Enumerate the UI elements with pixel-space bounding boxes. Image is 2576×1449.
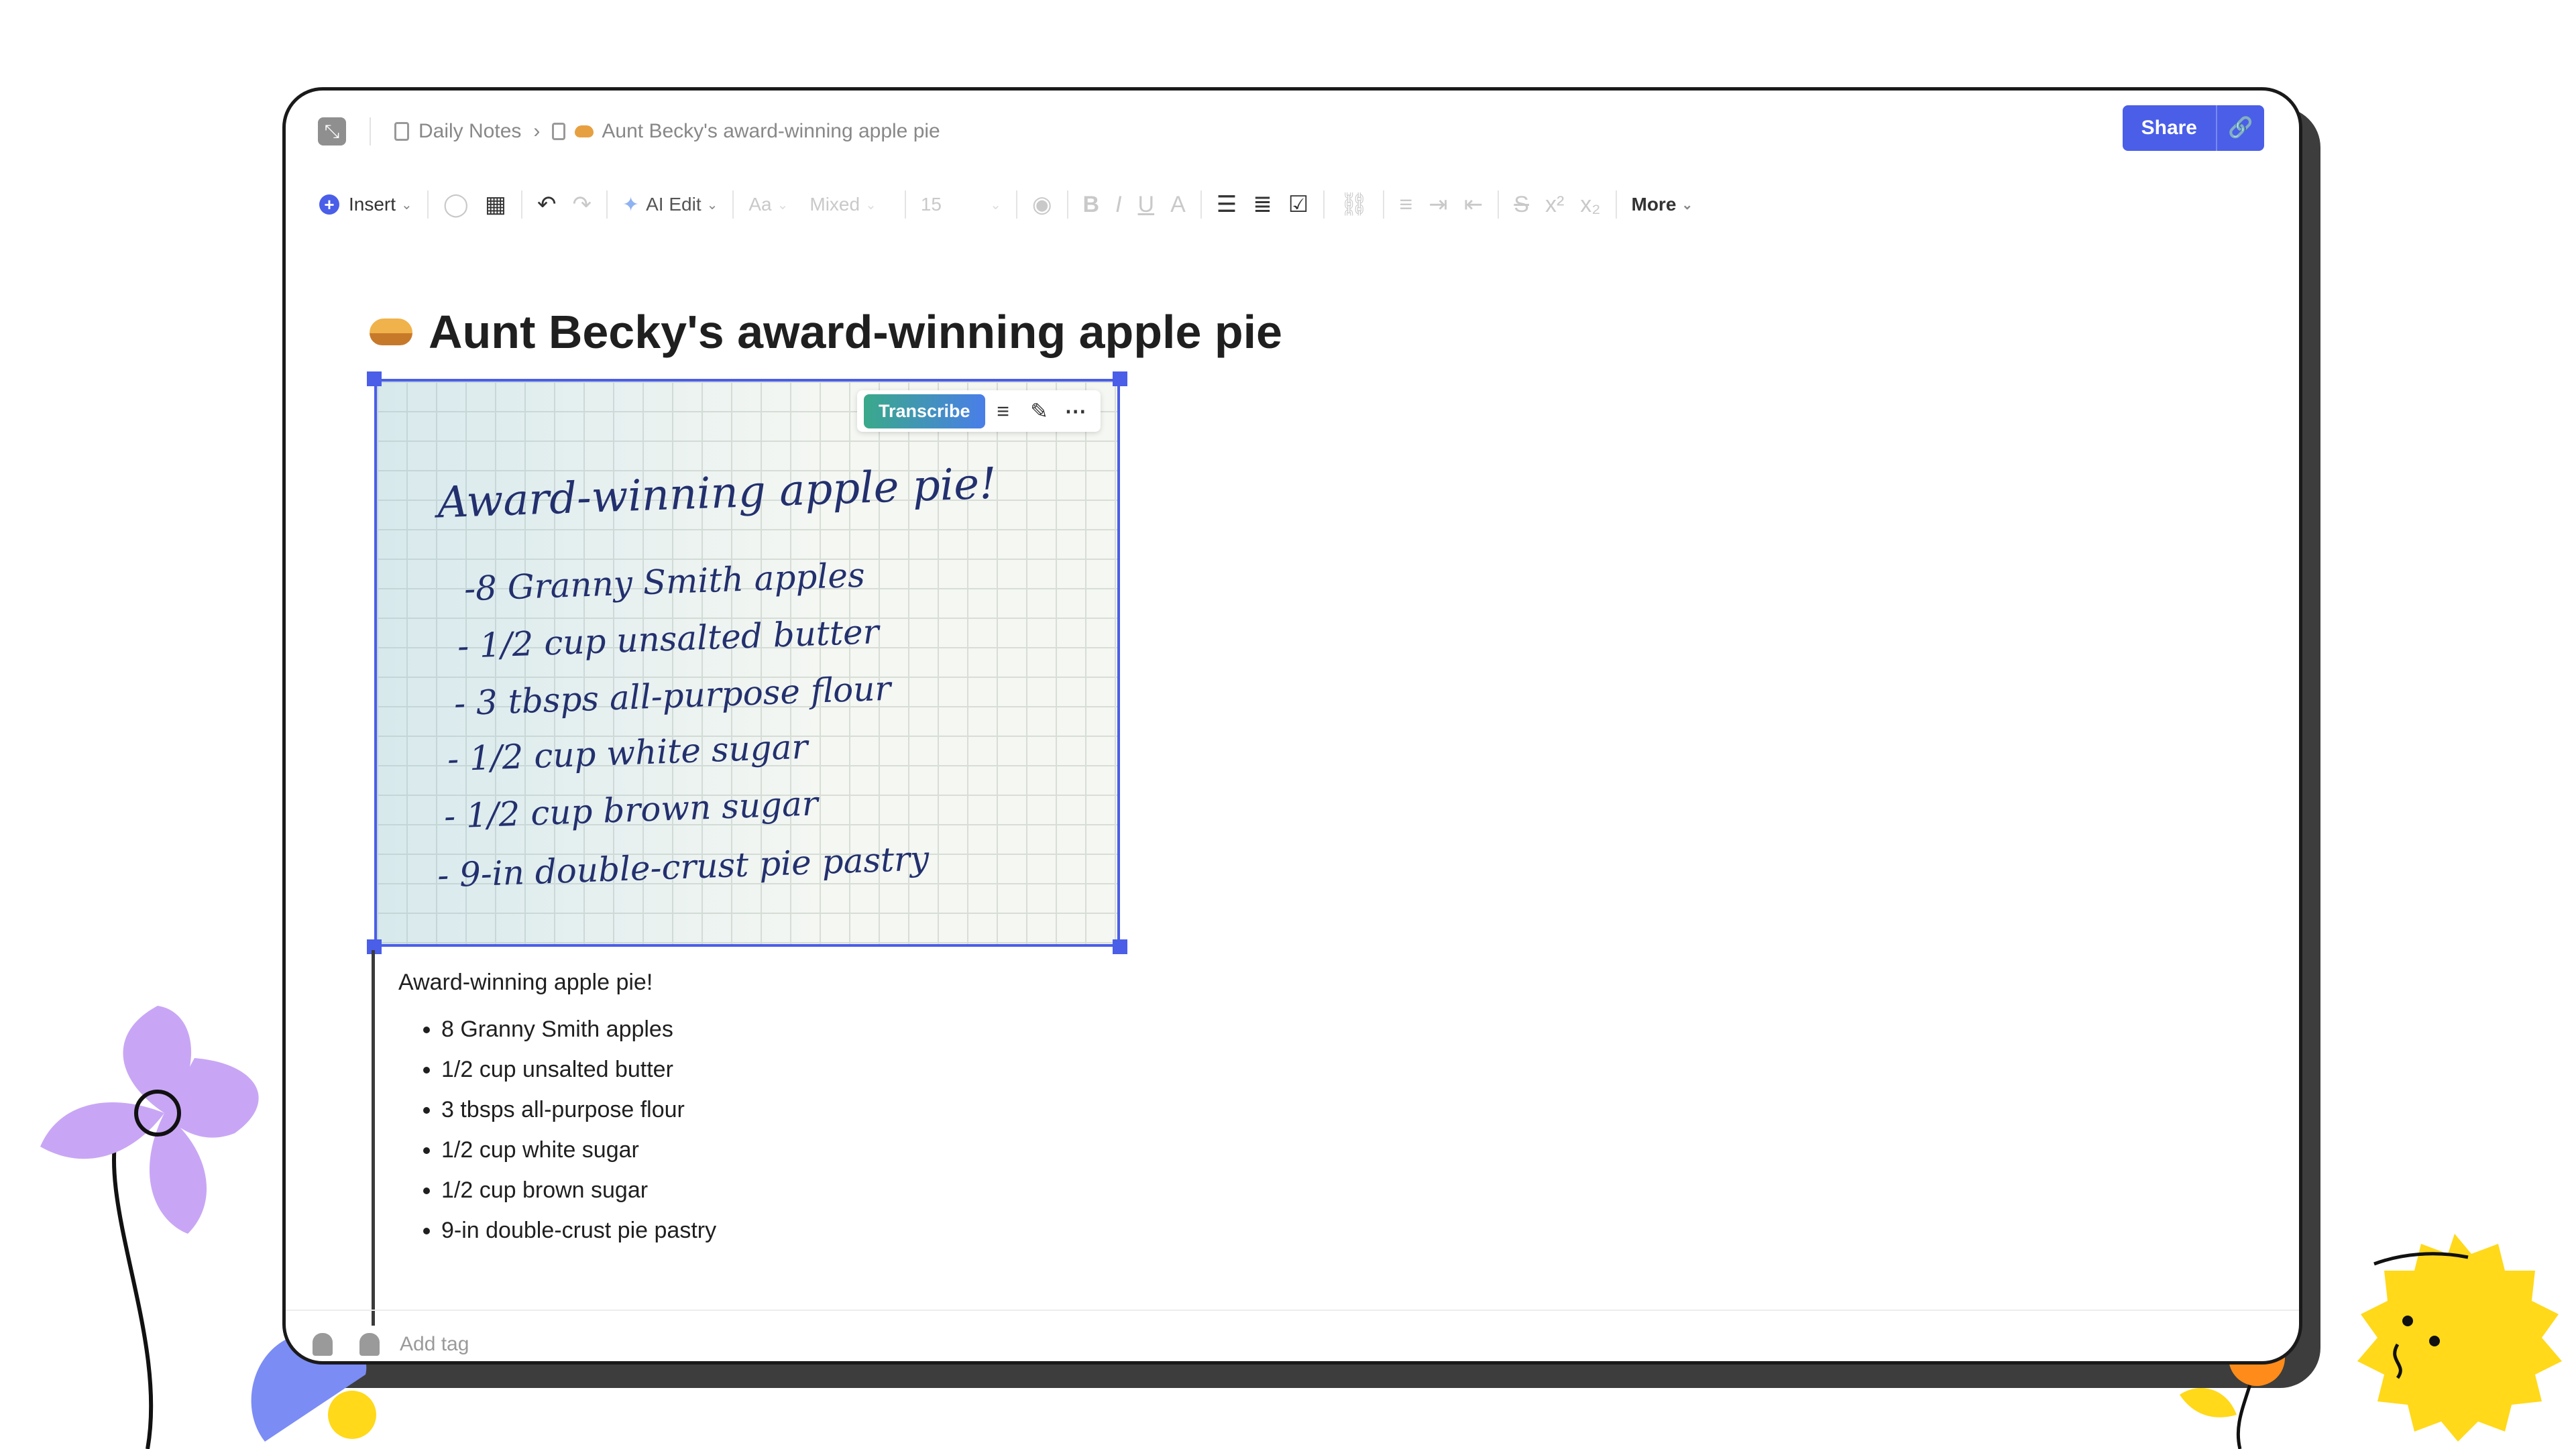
breadcrumb-current[interactable]: Aunt Becky's award-winning apple pie: [602, 120, 940, 143]
quote-bar: [372, 950, 375, 1326]
sparkle-icon: ✦: [622, 193, 640, 216]
more-dropdown[interactable]: More ⌄: [1632, 194, 1693, 215]
bulleted-list-icon[interactable]: ☰: [1217, 191, 1237, 218]
pencil-icon[interactable]: ✎: [1021, 398, 1058, 424]
share-button[interactable]: Share: [2122, 105, 2216, 151]
sun-face-decoration: [2357, 1234, 2562, 1442]
share-group: Share 🔗: [2122, 105, 2264, 151]
list-item: 1/2 cup unsalted butter: [441, 1049, 716, 1090]
chevron-down-icon: ⌄: [777, 197, 789, 213]
divider: [427, 190, 429, 219]
copy-link-icon[interactable]: 🔗: [2216, 105, 2264, 151]
outdent-icon[interactable]: ⇤: [1464, 191, 1483, 218]
numbered-list-icon[interactable]: ≣: [1253, 191, 1272, 218]
redo-icon[interactable]: ↷: [572, 191, 592, 218]
tag-icon: [313, 1333, 333, 1356]
breadcrumb: Daily Notes › Aunt Becky's award-winning…: [394, 115, 940, 148]
subscript-icon[interactable]: x₂: [1580, 191, 1600, 218]
resize-handle-top-right[interactable]: [1113, 371, 1127, 386]
resize-handle-top-left[interactable]: [367, 371, 382, 386]
notebook-icon: [394, 122, 409, 141]
divider: [1066, 190, 1068, 219]
indent-icon[interactable]: ⇥: [1429, 191, 1448, 218]
calendar-icon[interactable]: ▦: [485, 191, 506, 218]
font-style-label: Aa: [748, 194, 772, 215]
chevron-down-icon: ⌄: [865, 197, 877, 213]
divider: [1498, 190, 1500, 219]
page-title-text: Aunt Becky's award-winning apple pie: [429, 306, 1282, 358]
divider: [370, 117, 371, 146]
transcription-block[interactable]: Award-winning apple pie! 8 Granny Smith …: [398, 962, 716, 1251]
collapse-sidebar-icon[interactable]: ⤡: [318, 117, 346, 146]
plus-icon: +: [319, 194, 339, 215]
underline-icon[interactable]: U: [1138, 191, 1155, 218]
divider: [1615, 190, 1617, 219]
align-icon[interactable]: ≡: [1399, 191, 1412, 218]
list-item: 8 Granny Smith apples: [441, 1009, 716, 1049]
highlight-icon[interactable]: A: [1170, 191, 1186, 218]
divider: [606, 190, 608, 219]
font-size-label: 15: [920, 194, 942, 215]
pie-emoji-icon: [370, 318, 412, 345]
list-item: 9-in double-crust pie pastry: [441, 1210, 716, 1251]
breadcrumb-parent[interactable]: Daily Notes: [418, 120, 521, 143]
bold-icon[interactable]: B: [1083, 191, 1100, 218]
align-icon[interactable]: ≡: [985, 399, 1021, 424]
font-style-dropdown[interactable]: Aa ⌄: [748, 194, 788, 215]
insert-button[interactable]: + Insert ⌄: [319, 194, 412, 215]
chevron-down-icon: ⌄: [706, 197, 718, 213]
superscript-icon[interactable]: x²: [1545, 191, 1564, 218]
document-icon: [552, 123, 566, 140]
list-item: 1/2 cup white sugar: [441, 1130, 716, 1170]
recipe-image[interactable]: Award-winning apple pie! -8 Granny Smith…: [374, 379, 1120, 947]
more-label: More: [1631, 194, 1677, 215]
transcribe-button[interactable]: Transcribe: [864, 394, 985, 428]
footer: Add tag: [313, 1321, 469, 1361]
list-item: 3 tbsps all-purpose flour: [441, 1090, 716, 1130]
chevron-down-icon: ⌄: [990, 197, 1001, 213]
font-size-dropdown[interactable]: 15 ⌄: [921, 194, 1001, 215]
ai-edit-button[interactable]: ✦ AI Edit ⌄: [622, 193, 718, 217]
divider: [904, 190, 906, 219]
chevron-down-icon: ⌄: [1681, 197, 1693, 213]
add-tag-icon[interactable]: [359, 1333, 380, 1356]
resize-handle-bottom-right[interactable]: [1113, 939, 1127, 954]
breadcrumb-separator: ›: [533, 120, 541, 142]
list-item: 1/2 cup brown sugar: [441, 1170, 716, 1210]
chevron-down-icon: ⌄: [401, 197, 412, 213]
top-bar: ⤡ Daily Notes › Aunt Becky's award-winni…: [286, 91, 2299, 171]
page-title[interactable]: Aunt Becky's award-winning apple pie: [370, 305, 1282, 359]
checklist-icon[interactable]: ☑: [1288, 191, 1308, 218]
ingredient-list: 8 Granny Smith apples 1/2 cup unsalted b…: [398, 1009, 716, 1251]
add-tag-button[interactable]: Add tag: [400, 1333, 469, 1356]
divider: [1383, 190, 1385, 219]
checkmark-circle-icon[interactable]: ◯: [443, 191, 469, 218]
text-color-icon[interactable]: ◉: [1032, 191, 1052, 218]
more-options-icon[interactable]: ⋯: [1058, 398, 1094, 424]
divider: [520, 190, 522, 219]
undo-icon[interactable]: ↶: [537, 191, 557, 218]
strikethrough-icon[interactable]: S: [1514, 191, 1529, 218]
divider: [1200, 190, 1202, 219]
divider: [1323, 190, 1325, 219]
footer-divider: [286, 1310, 2299, 1311]
transcription-title: Award-winning apple pie!: [398, 970, 653, 995]
divider: [732, 190, 734, 219]
pie-icon: [575, 125, 594, 137]
image-toolbar: Transcribe ≡ ✎ ⋯: [857, 390, 1101, 432]
formatting-toolbar: + Insert ⌄ ◯ ▦ ↶ ↷ ✦ AI Edit ⌄ Aa ⌄ Mixe…: [311, 178, 2299, 231]
insert-label: Insert: [349, 194, 396, 215]
editor-window: ⤡ Daily Notes › Aunt Becky's award-winni…: [282, 87, 2302, 1365]
heading-style-dropdown[interactable]: Mixed ⌄: [809, 194, 876, 215]
divider: [1015, 190, 1017, 219]
ai-edit-label: AI Edit: [646, 194, 702, 215]
italic-icon[interactable]: I: [1115, 191, 1121, 218]
heading-style-label: Mixed: [809, 194, 860, 215]
link-icon[interactable]: ⛓: [1339, 191, 1368, 218]
